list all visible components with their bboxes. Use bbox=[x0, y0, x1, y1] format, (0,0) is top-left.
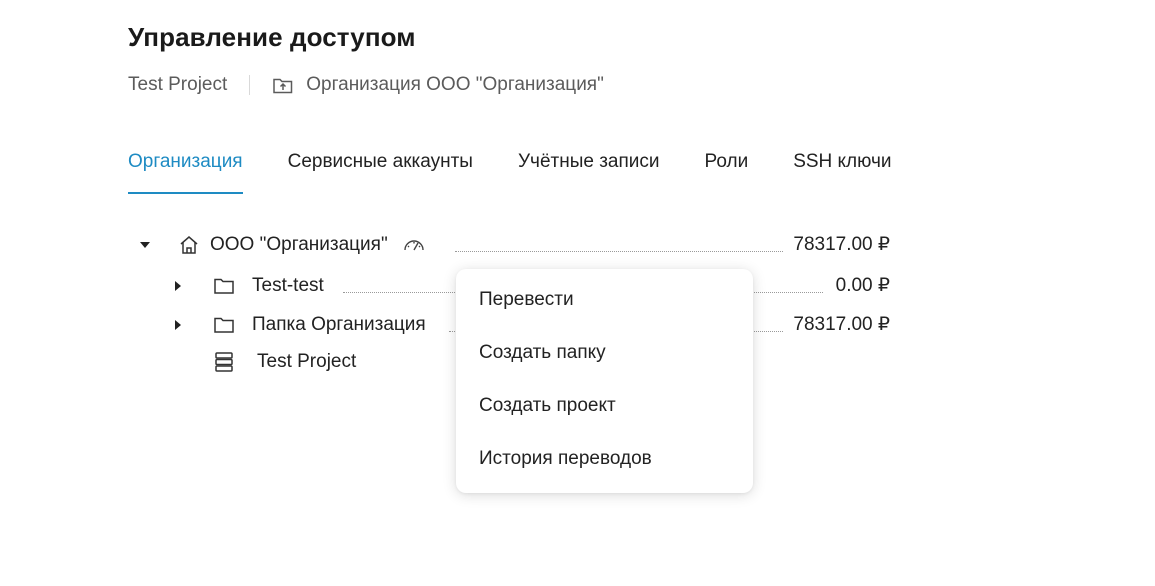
caret-right-icon[interactable] bbox=[171, 279, 185, 293]
tree-root-row[interactable]: ООО "Организация" bbox=[138, 231, 426, 259]
breadcrumb: Test Project Организация ООО "Организаци… bbox=[128, 72, 604, 98]
tab-accounts[interactable]: Учётные записи bbox=[518, 148, 660, 194]
speedometer-icon[interactable] bbox=[402, 233, 426, 257]
server-stack-icon bbox=[212, 350, 236, 374]
tree-row-label: Test Project bbox=[257, 351, 357, 372]
tree-row-amount: 0.00 ₽ bbox=[835, 275, 890, 296]
tree-root-leader bbox=[455, 251, 783, 252]
breadcrumb-divider bbox=[249, 75, 251, 95]
access-management-page: Управление доступом Test Project Организ… bbox=[0, 0, 1155, 586]
folder-icon bbox=[212, 274, 236, 298]
caret-down-icon[interactable] bbox=[138, 238, 152, 252]
caret-right-icon[interactable] bbox=[171, 318, 185, 332]
menu-item-create-project[interactable]: Создать проект bbox=[456, 393, 753, 446]
breadcrumb-organization-label: Организация ООО "Организация" bbox=[306, 74, 604, 95]
folder-icon bbox=[212, 313, 236, 337]
tree-row[interactable]: Test-test bbox=[171, 272, 324, 300]
breadcrumb-project[interactable]: Test Project bbox=[128, 74, 227, 96]
tree-root-amount: 78317.00 ₽ bbox=[793, 234, 890, 255]
tab-roles[interactable]: Роли bbox=[705, 148, 749, 194]
tab-bar: Организация Сервисные аккаунты Учётные з… bbox=[128, 148, 937, 194]
page-title: Управление доступом bbox=[128, 22, 416, 52]
tree-root-label: ООО "Организация" bbox=[210, 234, 388, 255]
context-menu: Перевести Создать папку Создать проект И… bbox=[456, 269, 753, 493]
tab-ssh-keys[interactable]: SSH ключи bbox=[793, 148, 891, 194]
home-icon bbox=[177, 233, 201, 257]
tree-row[interactable]: Папка Организация bbox=[171, 311, 426, 339]
menu-item-create-folder[interactable]: Создать папку bbox=[456, 340, 753, 393]
menu-item-transfer[interactable]: Перевести bbox=[456, 287, 753, 340]
folder-upload-icon bbox=[272, 74, 294, 96]
menu-item-transfer-history[interactable]: История переводов bbox=[456, 446, 753, 499]
tree-row-label: Папка Организация bbox=[252, 314, 426, 335]
breadcrumb-organization[interactable]: Организация ООО "Организация" bbox=[272, 74, 604, 96]
tree-row[interactable]: Test Project bbox=[212, 348, 356, 376]
tree-row-label: Test-test bbox=[252, 275, 324, 296]
tree-row-amount: 78317.00 ₽ bbox=[793, 314, 890, 335]
tab-service-accounts[interactable]: Сервисные аккаунты bbox=[288, 148, 473, 194]
tab-organization[interactable]: Организация bbox=[128, 148, 243, 194]
